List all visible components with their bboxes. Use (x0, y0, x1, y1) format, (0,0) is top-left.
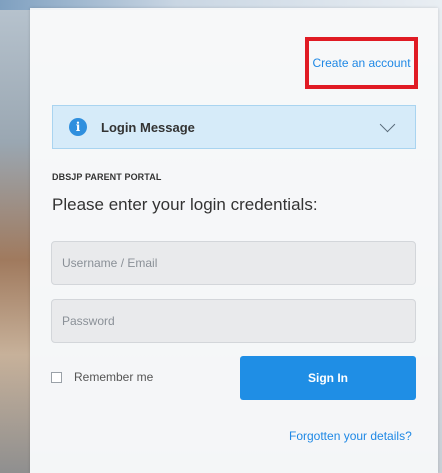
login-message-label: Login Message (101, 119, 195, 135)
chevron-down-icon (379, 116, 396, 132)
checkbox-box[interactable] (51, 371, 62, 383)
username-field[interactable] (51, 241, 416, 285)
background-building-strip (0, 0, 30, 473)
create-account-link[interactable]: Create an account (305, 37, 418, 89)
password-field[interactable] (51, 299, 416, 343)
login-message-dropdown[interactable]: i Login Message (52, 105, 416, 149)
forgotten-details-link[interactable]: Forgotten your details? (289, 429, 412, 443)
info-icon: i (69, 118, 87, 136)
remember-me-checkbox[interactable]: Remember me (51, 370, 153, 384)
sign-in-button[interactable]: Sign In (240, 356, 416, 400)
remember-me-label: Remember me (74, 370, 154, 384)
portal-title: DBSJP PARENT PORTAL (52, 172, 162, 182)
login-instruction: Please enter your login credentials: (52, 195, 318, 214)
